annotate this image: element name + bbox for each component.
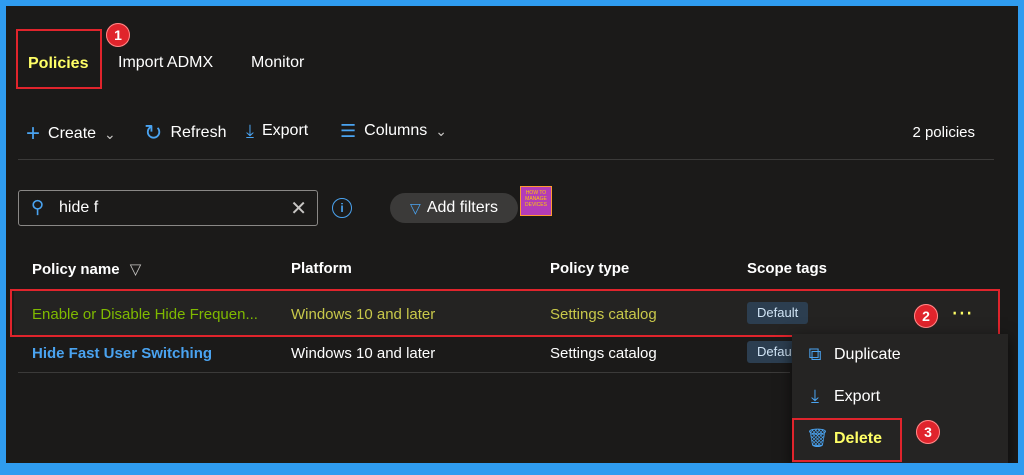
chevron-down-icon: ⌄ [104, 125, 116, 142]
columns-button[interactable]: ☰ Columns ⌄ [340, 122, 447, 140]
refresh-button[interactable]: ↻ Refresh [144, 122, 226, 144]
highlight-box-delete [792, 418, 902, 462]
menu-item-duplicate[interactable]: ⧉ Duplicate [806, 344, 901, 365]
refresh-icon: ↻ [144, 120, 163, 145]
column-header-policy-type[interactable]: Policy type [550, 260, 629, 277]
download-icon: ⤓ [811, 386, 819, 406]
export-button[interactable]: ⤓ Export [246, 122, 308, 140]
add-filters-label: Add filters [426, 199, 498, 216]
watermark-logo: HOW TO MANAGE DEVICES [520, 186, 552, 216]
column-header-scope-tags[interactable]: Scope tags [747, 260, 827, 277]
export-menu-label: Export [834, 387, 881, 405]
add-filters-button[interactable]: ▽ Add filters [390, 193, 518, 223]
policy-count: 2 policies [912, 124, 975, 141]
intune-policies-panel: Policies Import ADMX Monitor 1 + Create … [6, 6, 1018, 463]
column-header-policy-name[interactable]: Policy name ▽ [32, 260, 141, 278]
step-badge-3: 3 [916, 420, 940, 444]
clear-icon[interactable]: ✕ [290, 196, 307, 221]
columns-icon: ☰ [340, 121, 357, 141]
highlight-box-policies-tab [16, 29, 102, 89]
create-button[interactable]: + Create ⌄ [26, 122, 116, 146]
column-header-platform[interactable]: Platform [291, 260, 352, 277]
row-divider [18, 372, 790, 373]
step-badge-1: 1 [106, 23, 130, 47]
refresh-label: Refresh [170, 124, 227, 141]
highlight-box-selected-row [10, 289, 1000, 337]
policy-name-link[interactable]: Hide Fast User Switching [32, 345, 212, 362]
create-label: Create [48, 125, 97, 142]
info-icon[interactable]: i [332, 198, 352, 218]
policy-type-cell: Settings catalog [550, 345, 657, 362]
step-badge-2: 2 [914, 304, 938, 328]
platform-cell: Windows 10 and later [291, 345, 436, 362]
filter-icon: ▽ [410, 199, 421, 216]
tab-monitor[interactable]: Monitor [251, 54, 304, 72]
duplicate-icon: ⧉ [808, 344, 822, 364]
duplicate-label: Duplicate [834, 345, 901, 363]
chevron-down-icon: ⌄ [435, 122, 448, 139]
search-box[interactable]: ⚲ hide f ✕ [18, 190, 318, 226]
search-icon: ⚲ [31, 197, 45, 217]
columns-label: Columns [364, 122, 428, 139]
policy-name-header-label: Policy name [32, 261, 120, 278]
toolbar-divider [18, 159, 994, 160]
search-input[interactable]: hide f [59, 199, 98, 217]
plus-icon: + [26, 120, 41, 147]
menu-item-export[interactable]: ⤓ Export [806, 386, 880, 407]
filter-icon[interactable]: ▽ [130, 261, 142, 278]
download-icon: ⤓ [246, 121, 254, 141]
export-label: Export [261, 122, 309, 139]
tab-import-admx[interactable]: Import ADMX [118, 54, 213, 72]
